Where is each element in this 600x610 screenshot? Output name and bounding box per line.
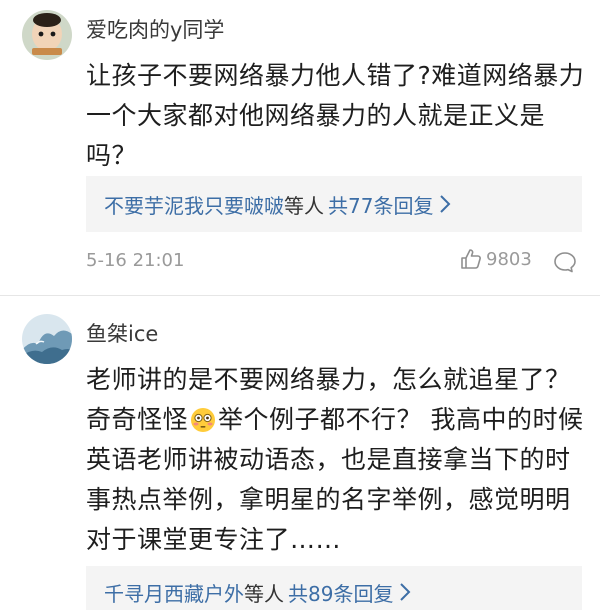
reply-users-link[interactable]: 不要芋泥我只要啵啵 <box>104 190 284 219</box>
like-count: 9803 <box>486 248 532 270</box>
reply-count-link[interactable]: 共77条回复 <box>328 190 433 219</box>
user-avatar[interactable] <box>22 314 72 364</box>
comment-timestamp: 5-16 21:01 <box>86 250 185 271</box>
comment-text: 让孩子不要网络暴力他人错了?难道网络暴力一个大家都对他网络暴力的人就是正义是吗？ <box>86 61 585 170</box>
comment-bubble-icon[interactable] <box>553 251 577 273</box>
replies-summary[interactable]: 不要芋泥我只要啵啵 等人 共77条回复 <box>86 176 582 232</box>
comment-item: 鱼桀ice 老师讲的是不要网络暴力，怎么就追星了？奇奇怪怪 举个例子都不行？ 我… <box>0 296 600 610</box>
reply-users-link[interactable]: 千寻月西藏户外 <box>104 578 244 607</box>
reply-count-link[interactable]: 共89条回复 <box>288 578 393 607</box>
flushed-face-emoji <box>191 408 216 432</box>
like-button[interactable]: 9803 <box>460 248 532 270</box>
comment-text: 老师讲的是不要网络暴力，怎么就追星了？奇奇怪怪 举个例子都不行？ 我高中的时候英… <box>86 360 586 560</box>
comment-item: 爱吃肉的y同学 让孩子不要网络暴力他人错了?难道网络暴力一个大家都对他网络暴力的… <box>0 0 600 296</box>
chevron-right-icon <box>399 582 411 602</box>
user-avatar[interactable] <box>22 10 72 60</box>
reply-connector: 等人 <box>284 193 324 218</box>
username[interactable]: 鱼桀ice <box>86 318 158 348</box>
replies-summary[interactable]: 千寻月西藏户外 等人 共89条回复 <box>86 566 582 610</box>
username[interactable]: 爱吃肉的y同学 <box>86 14 224 44</box>
thumbs-up-icon <box>461 249 481 269</box>
chevron-right-icon <box>439 194 451 214</box>
reply-connector: 等人 <box>244 581 284 606</box>
